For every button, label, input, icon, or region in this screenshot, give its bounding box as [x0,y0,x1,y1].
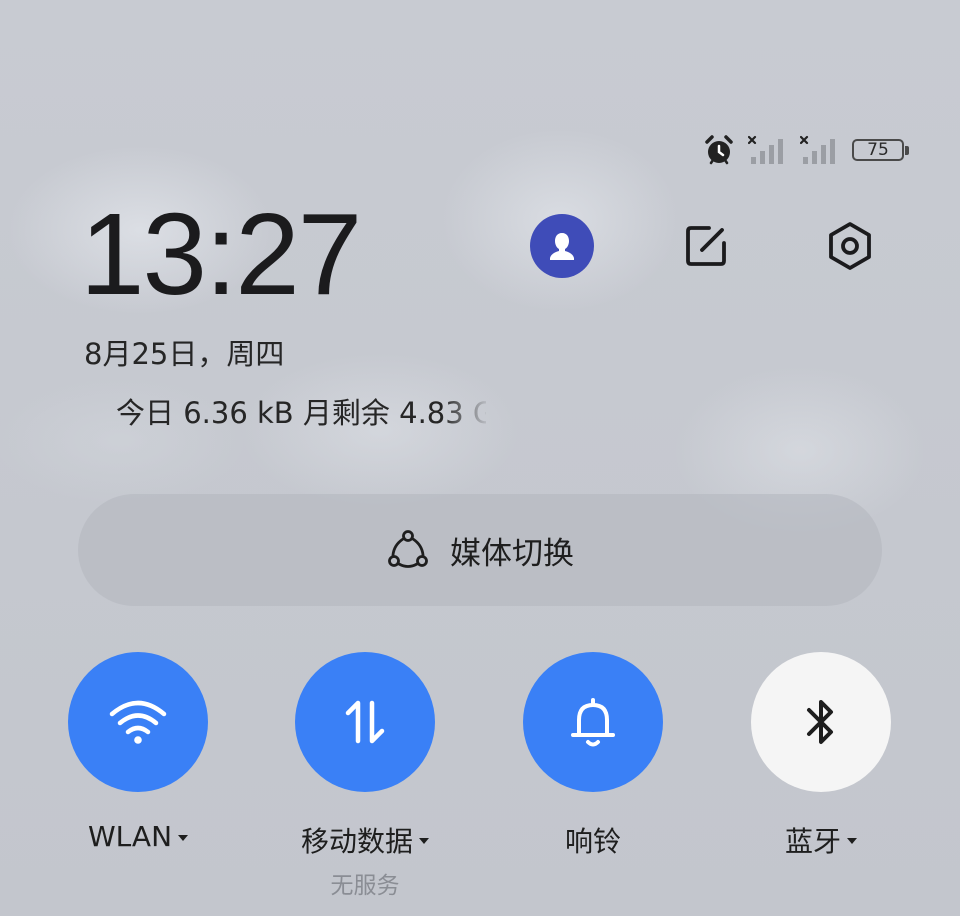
battery-cap [905,145,909,155]
clock-time[interactable]: 13:27 [80,196,362,312]
bluetooth-toggle-button[interactable] [751,652,891,792]
toggle-wlan: WLAN [68,652,208,853]
edit-icon [686,226,726,266]
settings-button[interactable] [818,214,882,278]
media-switch-label: 媒体切换 [450,535,574,572]
edit-button[interactable] [674,214,738,278]
data-usage-text[interactable]: 今日 6.36 kB 月剩余 4.83 G [116,390,486,430]
chevron-down-icon [847,838,857,844]
settings-icon [829,222,871,270]
alarm-icon [705,135,733,165]
person-icon [550,233,574,260]
clock-date[interactable]: 8月25日，周四 [84,331,284,373]
toggle-bluetooth: 蓝牙 [751,652,891,860]
ring-label: 响铃 [564,825,621,858]
chevron-down-icon [178,834,189,841]
battery-indicator: 75 [852,137,910,163]
ring-label-row[interactable]: 响铃 [565,820,621,860]
wifi-icon [109,700,167,744]
toggle-ring: 响铃 [523,652,663,860]
mobile-data-label-row[interactable]: 移动数据 [301,820,429,860]
wlan-label: WLAN [87,820,173,853]
signal-sim1-no-service-icon [748,135,783,164]
wlan-label-row[interactable]: WLAN [87,820,189,853]
ring-toggle-button[interactable] [523,652,663,792]
mobile-data-status: 无服务 [330,873,400,899]
bluetooth-icon [807,700,833,744]
mobile-data-label: 移动数据 [300,825,413,858]
chevron-down-icon [419,838,429,844]
media-switch-icon [388,530,428,568]
mobile-data-toggle-button[interactable] [295,652,435,792]
bluetooth-label: 蓝牙 [784,825,841,858]
media-switch-button[interactable]: 媒体切换 [78,494,882,606]
signal-sim2-no-service-icon [800,135,835,164]
bluetooth-label-row[interactable]: 蓝牙 [785,820,857,860]
bell-icon [571,698,615,747]
user-avatar[interactable] [530,214,594,278]
wlan-toggle-button[interactable] [68,652,208,792]
status-bar: 75 [702,130,910,170]
battery-level: 75 [852,139,904,161]
toggle-mobile-data: 移动数据 无服务 [295,652,435,900]
mobile-data-icon [345,700,385,744]
